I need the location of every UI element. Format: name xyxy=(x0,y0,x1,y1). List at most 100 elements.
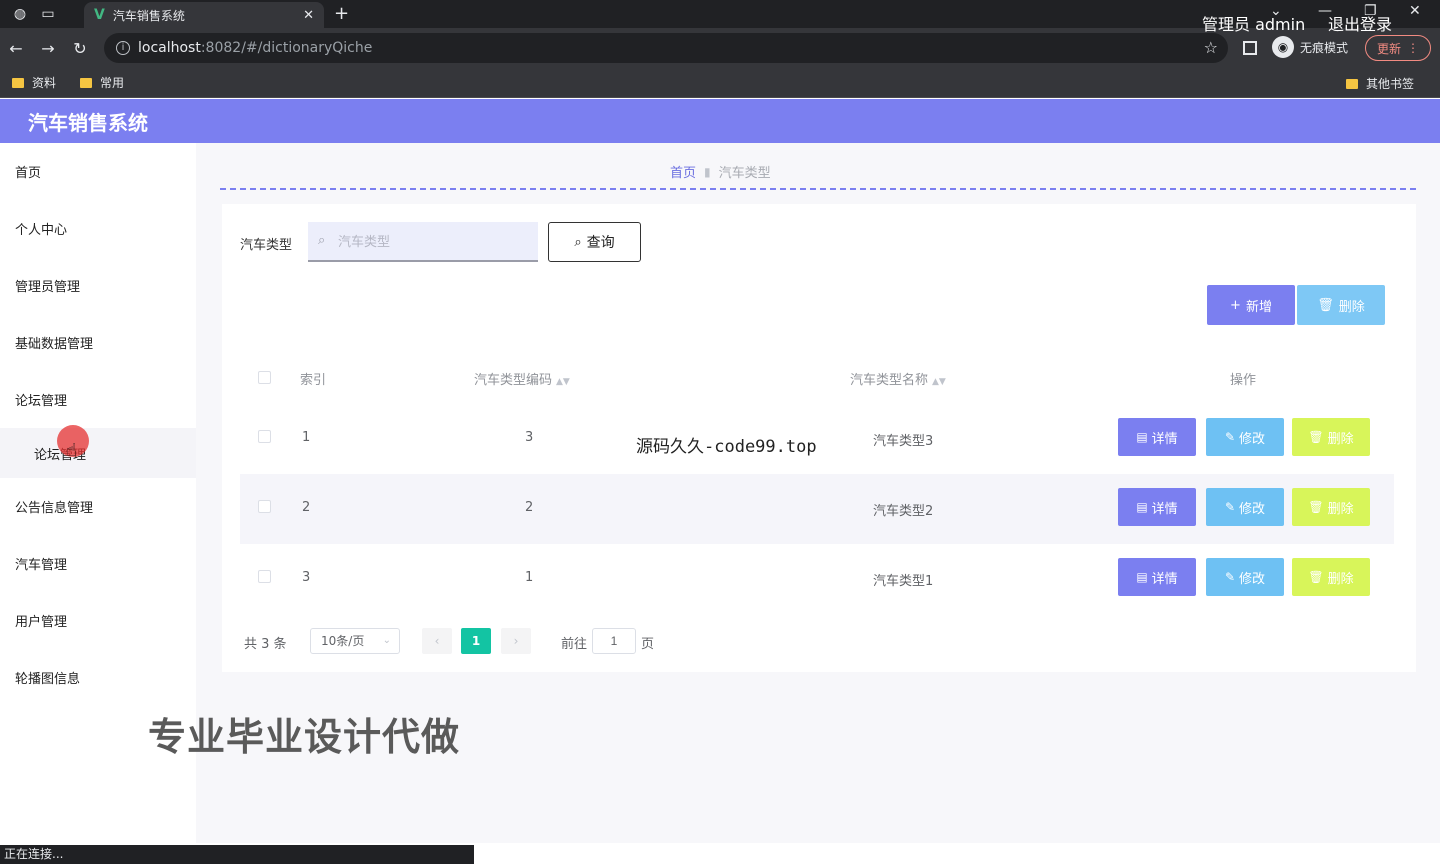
trash-icon: 🗑 xyxy=(1308,430,1324,444)
table-header: 索引 汽车类型编码 ▲▼ 汽车类型名称 ▲▼ 操作 xyxy=(240,355,1394,399)
incognito-indicator[interactable]: ◉ 无痕模式 xyxy=(1272,36,1348,58)
sidebar-item-admins[interactable]: 管理员管理 xyxy=(0,257,196,314)
sidebar-item-label: 论坛管理 xyxy=(15,394,68,409)
table-row: 1 3 汽车类型3 ▤ 详情 ✎ 修改 🗑 删除 xyxy=(240,404,1394,474)
edit-button[interactable]: ✎ 修改 xyxy=(1206,418,1284,456)
column-header-code[interactable]: 汽车类型编码 ▲▼ xyxy=(474,369,570,388)
edit-button[interactable]: ✎ 修改 xyxy=(1206,558,1284,596)
new-tab-icon[interactable]: + xyxy=(334,3,349,24)
sidebar-item-carousel[interactable]: 轮播图信息 xyxy=(0,649,196,706)
goto-page-input[interactable] xyxy=(592,628,636,654)
address-bar[interactable]: i localhost :8082/#/dictionaryQiche ☆ xyxy=(104,33,1228,63)
query-button[interactable]: ⌕ 查询 xyxy=(548,222,641,262)
batch-delete-button[interactable]: 🗑 删除 xyxy=(1297,285,1385,325)
breadcrumb: 首页 ▮ 汽车类型 xyxy=(670,162,771,182)
update-button[interactable]: 更新 ⋮ xyxy=(1365,35,1431,61)
pencil-icon: ✎ xyxy=(1224,430,1236,444)
browser-tab[interactable]: V 汽车销售系统 ✕ xyxy=(84,2,324,28)
app-header: 汽车销售系统 xyxy=(0,99,1440,143)
cell-index: 2 xyxy=(302,500,311,515)
incognito-label: 无痕模式 xyxy=(1300,40,1349,55)
update-label: 更新 xyxy=(1376,41,1401,56)
page-number-current[interactable]: 1 xyxy=(461,628,491,654)
edit-label: 修改 xyxy=(1239,501,1266,517)
cell-name: 汽车类型2 xyxy=(873,504,934,519)
forward-icon[interactable]: → xyxy=(32,39,64,58)
goto-unit: 页 xyxy=(641,637,655,652)
tab-overview-icon[interactable]: ▭ xyxy=(40,6,56,22)
search-label: 汽车类型 xyxy=(240,238,293,253)
sidebar-item-label: 管理员管理 xyxy=(15,280,81,295)
sidebar-item-forum[interactable]: 论坛管理 xyxy=(0,371,196,428)
column-header-label: 汽车类型名称 xyxy=(850,373,929,388)
info-icon[interactable]: i xyxy=(116,41,130,55)
sidebar-item-profile[interactable]: 个人中心 xyxy=(0,200,196,257)
table-row: 2 2 汽车类型2 ▤ 详情 ✎ 修改 🗑 删除 xyxy=(240,474,1394,544)
row-checkbox[interactable] xyxy=(258,500,271,517)
reload-icon[interactable]: ↻ xyxy=(64,39,96,58)
more-icon: ⋮ xyxy=(1407,41,1419,55)
table-row: 3 1 汽车类型1 ▤ 详情 ✎ 修改 🗑 删除 xyxy=(240,544,1394,614)
sidebar-item-base-data[interactable]: 基础数据管理 xyxy=(0,314,196,371)
close-icon[interactable]: ✕ xyxy=(303,8,314,23)
sidebar-item-cars[interactable]: 汽车管理 xyxy=(0,535,196,592)
logout-link[interactable]: 退出登录 xyxy=(1328,11,1392,35)
search-input[interactable] xyxy=(308,222,538,262)
incognito-icon: ◉ xyxy=(1272,36,1294,58)
globe-icon[interactable]: ◍ xyxy=(12,6,28,22)
side-panel-icon[interactable] xyxy=(1243,41,1257,55)
other-bookmarks[interactable]: 其他书签 xyxy=(1345,75,1414,92)
detail-label: 详情 xyxy=(1151,431,1178,447)
pagination-total: 共 3 条 xyxy=(244,637,287,652)
breadcrumb-separator-icon: ▮ xyxy=(704,164,711,179)
delete-button[interactable]: 🗑 删除 xyxy=(1292,418,1370,456)
cell-index: 3 xyxy=(302,570,311,585)
sidebar-subitem-forum[interactable]: 论坛管理 xyxy=(0,428,196,478)
bookmark-folder[interactable]: 资料 xyxy=(12,74,56,91)
delete-label: 删除 xyxy=(1327,571,1354,587)
sort-icon[interactable]: ▲▼ xyxy=(556,377,570,387)
back-icon[interactable]: ← xyxy=(0,39,32,58)
next-page-button[interactable]: › xyxy=(501,628,531,654)
search-icon: ⌕ xyxy=(318,233,326,248)
page-size-select[interactable]: 10条/页 ⌄ xyxy=(310,628,400,654)
cell-name: 汽车类型1 xyxy=(873,574,934,589)
vue-logo-icon: V xyxy=(94,7,105,23)
folder-icon xyxy=(12,77,24,88)
window-close-icon[interactable]: ✕ xyxy=(1409,3,1421,19)
delete-button[interactable]: 🗑 删除 xyxy=(1292,488,1370,526)
bookmark-folder[interactable]: 常用 xyxy=(80,74,124,91)
tab-title: 汽车销售系统 xyxy=(112,8,185,23)
hand-cursor-icon: ☝ xyxy=(66,440,77,461)
column-header-label: 汽车类型编码 xyxy=(474,373,553,388)
detail-button[interactable]: ▤ 详情 xyxy=(1118,418,1196,456)
cell-name: 汽车类型3 xyxy=(873,434,934,449)
row-checkbox[interactable] xyxy=(258,570,271,587)
page-size-value: 10条/页 xyxy=(321,634,365,648)
sidebar-item-users[interactable]: 用户管理 xyxy=(0,592,196,649)
delete-label: 删除 xyxy=(1327,431,1354,447)
edit-label: 修改 xyxy=(1239,431,1266,447)
prev-page-button[interactable]: ‹ xyxy=(422,628,452,654)
bookmarks-bar: 资料 常用 其他书签 xyxy=(0,68,1440,98)
url-host: localhost xyxy=(138,40,201,56)
select-all-checkbox[interactable] xyxy=(258,371,271,388)
star-icon[interactable]: ☆ xyxy=(1204,38,1218,57)
detail-label: 详情 xyxy=(1151,571,1178,587)
trash-icon: 🗑 xyxy=(1308,500,1324,514)
detail-button[interactable]: ▤ 详情 xyxy=(1118,558,1196,596)
sidebar-item-home[interactable]: 首页 xyxy=(0,143,196,200)
sort-icon[interactable]: ▲▼ xyxy=(932,377,946,387)
row-checkbox[interactable] xyxy=(258,430,271,447)
edit-button[interactable]: ✎ 修改 xyxy=(1206,488,1284,526)
goto-label: 前往 xyxy=(561,637,588,652)
delete-button[interactable]: 🗑 删除 xyxy=(1292,558,1370,596)
detail-button[interactable]: ▤ 详情 xyxy=(1118,488,1196,526)
bookmark-label: 常用 xyxy=(100,76,125,90)
pencil-icon: ✎ xyxy=(1224,570,1236,584)
breadcrumb-home[interactable]: 首页 xyxy=(670,162,696,181)
column-header-name[interactable]: 汽车类型名称 ▲▼ xyxy=(850,369,946,388)
pencil-icon: ✎ xyxy=(1224,500,1236,514)
sidebar-item-notices[interactable]: 公告信息管理 xyxy=(0,478,196,535)
add-button[interactable]: + 新增 xyxy=(1207,285,1295,325)
